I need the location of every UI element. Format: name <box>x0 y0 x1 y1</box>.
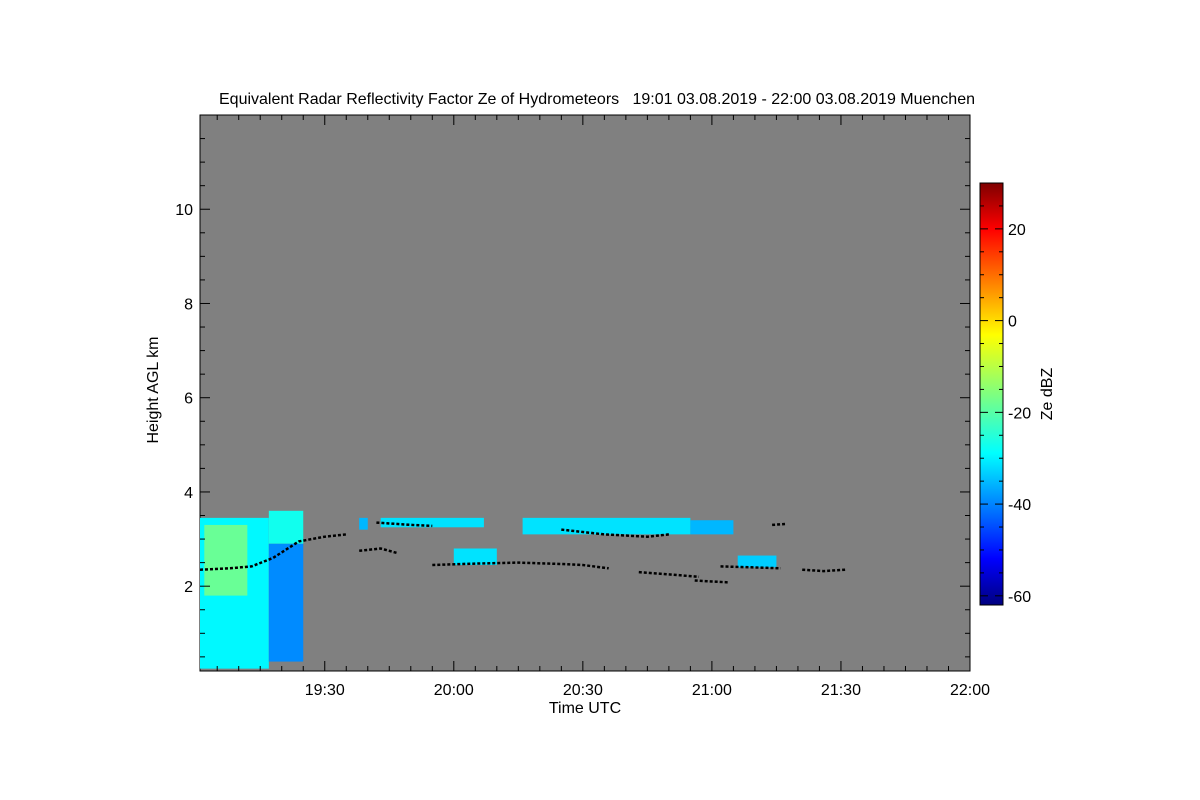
x-tick-label: 20:30 <box>563 682 603 699</box>
chart-title: Equivalent Radar Reflectivity Factor Ze … <box>219 91 975 108</box>
colorbar-tick-label: 20 <box>1008 222 1026 239</box>
echo-region <box>268 543 304 662</box>
x-tick-label: 22:00 <box>950 682 990 699</box>
colorbar-tick-label: 0 <box>1008 314 1017 331</box>
colorbar-tick-label: -40 <box>1008 497 1031 514</box>
colorbar-label: Ze dBZ <box>1039 368 1056 421</box>
echo-region <box>690 520 734 535</box>
echo-region <box>737 555 777 568</box>
colorbar <box>979 182 1004 606</box>
y-tick-label: 10 <box>175 202 193 219</box>
y-axis-label: Height AGL km <box>145 336 162 443</box>
y-tick-label: 6 <box>184 391 193 408</box>
echo-region <box>204 524 248 596</box>
cloud-base-line <box>772 522 786 527</box>
radar-reflectivity-chart: Equivalent Radar Reflectivity Factor Ze … <box>145 91 1056 717</box>
x-tick-label: 20:00 <box>434 682 474 699</box>
echo-region <box>522 517 691 535</box>
x-tick-label: 21:00 <box>692 682 732 699</box>
colorbar-tick-label: -20 <box>1008 405 1031 422</box>
colorbar-tick-label: -60 <box>1008 589 1031 606</box>
echo-region <box>453 548 497 565</box>
x-axis-label: Time UTC <box>549 700 621 717</box>
echo-region <box>268 510 304 544</box>
plot-area <box>199 114 971 672</box>
y-tick-label: 4 <box>184 485 193 502</box>
y-tick-label: 8 <box>184 296 193 313</box>
y-tick-label: 2 <box>184 579 193 596</box>
echo-region <box>359 517 368 530</box>
x-tick-label: 19:30 <box>305 682 345 699</box>
x-tick-label: 21:30 <box>821 682 861 699</box>
cloud-base-line <box>802 568 846 573</box>
